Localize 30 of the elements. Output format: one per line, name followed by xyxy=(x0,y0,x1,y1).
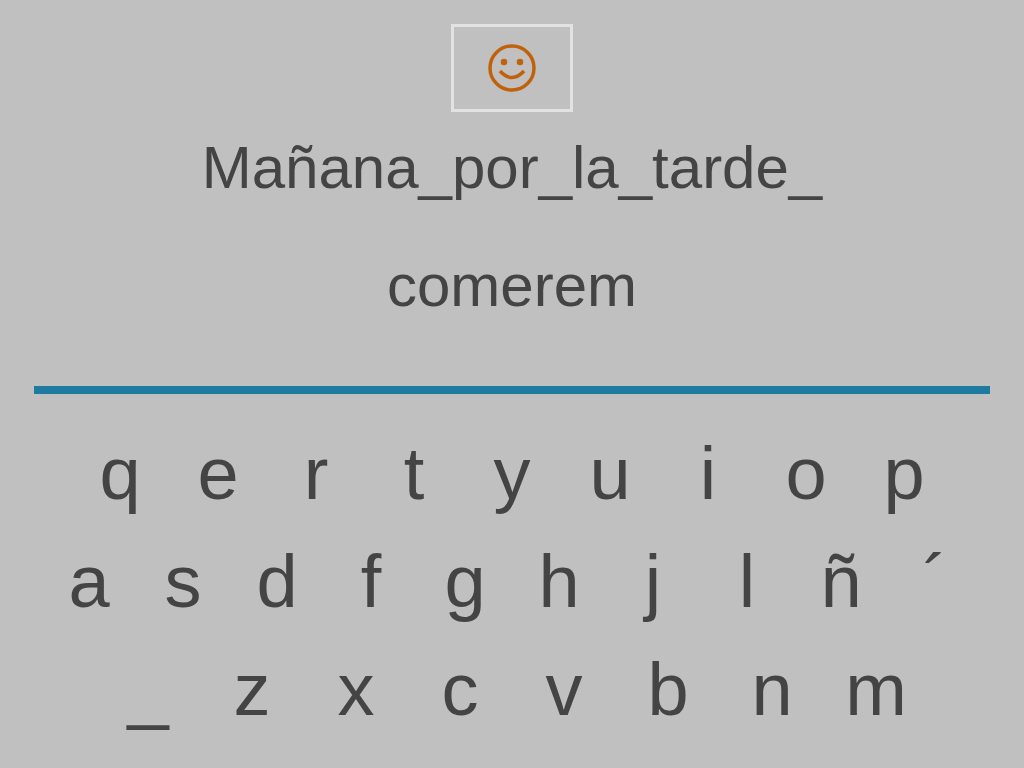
letter-key[interactable]: r xyxy=(267,420,365,528)
letter-key[interactable]: f xyxy=(324,528,418,636)
letter-key[interactable]: i xyxy=(659,420,757,528)
letter-key[interactable]: u xyxy=(561,420,659,528)
letter-key[interactable]: a xyxy=(42,528,136,636)
letter-key[interactable]: o xyxy=(757,420,855,528)
letter-key[interactable]: p xyxy=(855,420,953,528)
letter-key[interactable]: s xyxy=(136,528,230,636)
letter-key[interactable]: d xyxy=(230,528,324,636)
letter-key[interactable]: v xyxy=(512,636,616,744)
letter-key[interactable]: b xyxy=(616,636,720,744)
letter-key[interactable]: _ xyxy=(96,636,200,744)
letter-key[interactable]: c xyxy=(408,636,512,744)
letter-key[interactable]: ´ xyxy=(888,528,982,636)
letter-key[interactable]: t xyxy=(365,420,463,528)
letter-key[interactable]: y xyxy=(463,420,561,528)
prompt-text: comerem xyxy=(386,256,638,316)
prompt-text: Mañana_por_la_tarde_ xyxy=(201,138,823,198)
letter-key[interactable]: e xyxy=(169,420,267,528)
smiley-icon xyxy=(486,42,538,94)
letter-key[interactable]: h xyxy=(512,528,606,636)
letter-key[interactable]: g xyxy=(418,528,512,636)
letter-key[interactable]: ñ xyxy=(794,528,888,636)
letter-key[interactable]: j xyxy=(606,528,700,636)
letter-key[interactable]: q xyxy=(71,420,169,528)
letter-key[interactable]: n xyxy=(720,636,824,744)
letter-key[interactable]: x xyxy=(304,636,408,744)
letter-key[interactable]: l xyxy=(700,528,794,636)
letter-key[interactable]: m xyxy=(824,636,928,744)
letter-key[interactable]: z xyxy=(200,636,304,744)
